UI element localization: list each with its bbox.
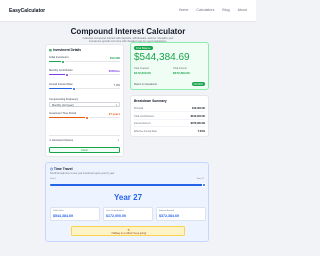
nav-link-blog[interactable]: Blog bbox=[222, 8, 229, 12]
total-value-card: Total Value $544,384.69 bbox=[50, 207, 100, 221]
chart-icon: ▤ bbox=[49, 48, 53, 52]
breakdown-summary-card: Breakdown Summary Principal $10,000.00 T… bbox=[130, 95, 209, 137]
current-year-label: Year 27 bbox=[113, 193, 143, 202]
time-period-label: Investment Time Period bbox=[49, 112, 77, 115]
time-travel-title: Time Travel bbox=[53, 167, 73, 171]
monthly-contribution-value[interactable]: $500/mo bbox=[109, 69, 120, 73]
investment-details-card: ▤ Investment Details Initial Investment … bbox=[45, 44, 124, 157]
nav-links: Home Calculators Blog About bbox=[179, 8, 247, 12]
breakdown-row: Principal $10,000.00 bbox=[134, 105, 205, 112]
trophy-icon: ★ bbox=[127, 227, 131, 232]
nav-link-about[interactable]: About bbox=[238, 8, 247, 12]
compounding-frequency-label: Compounding Frequency bbox=[49, 98, 79, 101]
interest-earned-card: Interest Earned $372,384.69 bbox=[156, 207, 206, 221]
nav-link-calculators[interactable]: Calculators bbox=[196, 8, 214, 12]
interest-earned-amount: $372,384.69 bbox=[159, 214, 179, 218]
time-period-thumb[interactable] bbox=[85, 115, 90, 120]
total-invested-label: Total Invested bbox=[134, 67, 149, 70]
return-on-investment-badge: 216.50% bbox=[191, 82, 205, 87]
time-travel-end-label: Year 27 bbox=[196, 178, 204, 180]
breakdown-value: $162,000.00 bbox=[190, 114, 205, 118]
initial-investment-label: Initial Investment bbox=[49, 56, 69, 59]
return-on-investment-label: Return on Investment bbox=[134, 83, 157, 86]
total-invested-value: $172,000.00 bbox=[134, 71, 151, 75]
top-navbar: EasyCalculator Home Calculators Blog Abo… bbox=[0, 0, 256, 22]
breakdown-value: $372,384.69 bbox=[190, 122, 205, 125]
contributions-card: Your Contributions $172,000.00 bbox=[103, 207, 153, 221]
advanced-options-toggle[interactable]: ⚙ Advanced Options bbox=[49, 139, 73, 142]
chevron-down-icon: ▾ bbox=[115, 104, 117, 107]
time-travel-subtitle: Scroll through time to see your investme… bbox=[50, 172, 115, 175]
final-balance-amount: $544,384.69 bbox=[134, 52, 190, 63]
time-travel-card: ◷ Time Travel Scroll through time to see… bbox=[45, 162, 209, 242]
advanced-options-label: Advanced Options bbox=[51, 139, 74, 142]
breakdown-row: Interest Earned $372,384.69 bbox=[134, 120, 205, 127]
final-balance-badge: Final Balance bbox=[134, 46, 153, 50]
interest-rate-value[interactable]: 7.0% bbox=[114, 83, 120, 87]
breakdown-value: 7.23% bbox=[197, 129, 205, 133]
interest-rate-fill bbox=[49, 88, 74, 90]
breakdown-row: Total Contributions $162,000.00 bbox=[134, 113, 205, 120]
brand-logo[interactable]: EasyCalculator bbox=[9, 8, 45, 14]
compounding-frequency-value: Monthly (12×/year) bbox=[52, 104, 74, 107]
clear-button[interactable]: Clear bbox=[49, 147, 120, 153]
clock-icon: ◷ bbox=[50, 167, 53, 171]
time-period-value[interactable]: 27 years bbox=[109, 112, 120, 116]
monthly-contribution-slider[interactable] bbox=[49, 72, 120, 77]
initial-investment-value[interactable]: $10,000 bbox=[110, 56, 120, 60]
time-period-fill bbox=[49, 117, 88, 119]
total-value-amount: $544,384.69 bbox=[53, 214, 73, 218]
final-balance-card: Final Balance $544,384.69 Total Invested… bbox=[130, 42, 209, 90]
initial-investment-slider[interactable] bbox=[49, 59, 120, 64]
breakdown-key: Total Contributions bbox=[134, 114, 154, 118]
interest-rate-thumb[interactable] bbox=[71, 86, 76, 91]
contributions-label: Your Contributions bbox=[106, 210, 124, 212]
time-travel-thumb[interactable] bbox=[202, 182, 206, 187]
breakdown-summary-heading: Breakdown Summary bbox=[134, 99, 167, 103]
monthly-contribution-label: Monthly Contribution bbox=[49, 69, 73, 72]
interest-earned-label: Interest Earned bbox=[159, 210, 174, 212]
breakdown-row: Effective Annual Rate 7.23% bbox=[134, 128, 205, 135]
chevron-down-icon[interactable]: ▾ bbox=[118, 139, 119, 142]
time-travel-heading: ◷ Time Travel bbox=[50, 167, 73, 171]
interest-rate-label: Annual Interest Rate bbox=[49, 83, 73, 86]
breakdown-key: Effective Annual Rate bbox=[134, 129, 157, 133]
time-period-slider[interactable] bbox=[49, 115, 120, 120]
contributions-amount: $172,000.00 bbox=[106, 214, 126, 218]
compounding-frequency-select[interactable]: Monthly (12×/year) ▾ bbox=[49, 102, 120, 107]
time-travel-fill bbox=[50, 184, 204, 186]
time-travel-start-label: Year 1 bbox=[50, 178, 57, 180]
initial-investment-thumb[interactable] bbox=[61, 59, 66, 64]
milestone-text: Halfway to a million! Keep going! bbox=[111, 232, 147, 236]
breakdown-key: Interest Earned bbox=[134, 122, 151, 125]
milestone-banner: ★ Halfway to a million! Keep going! bbox=[71, 226, 185, 236]
breakdown-key: Principal bbox=[134, 107, 144, 110]
total-value-label: Total Value bbox=[53, 210, 64, 212]
divider bbox=[49, 135, 120, 136]
interest-rate-slider[interactable] bbox=[49, 86, 120, 91]
total-interest-label: Total Interest bbox=[173, 67, 187, 70]
nav-link-home[interactable]: Home bbox=[179, 8, 189, 12]
page-title: Compound Interest Calculator bbox=[70, 27, 186, 36]
total-interest-value: $372,384.69 bbox=[173, 71, 190, 75]
investment-details-heading: ▤ Investment Details bbox=[49, 48, 82, 52]
breakdown-value: $10,000.00 bbox=[192, 107, 205, 110]
monthly-contribution-thumb[interactable] bbox=[64, 72, 69, 77]
time-travel-slider[interactable] bbox=[50, 182, 206, 187]
